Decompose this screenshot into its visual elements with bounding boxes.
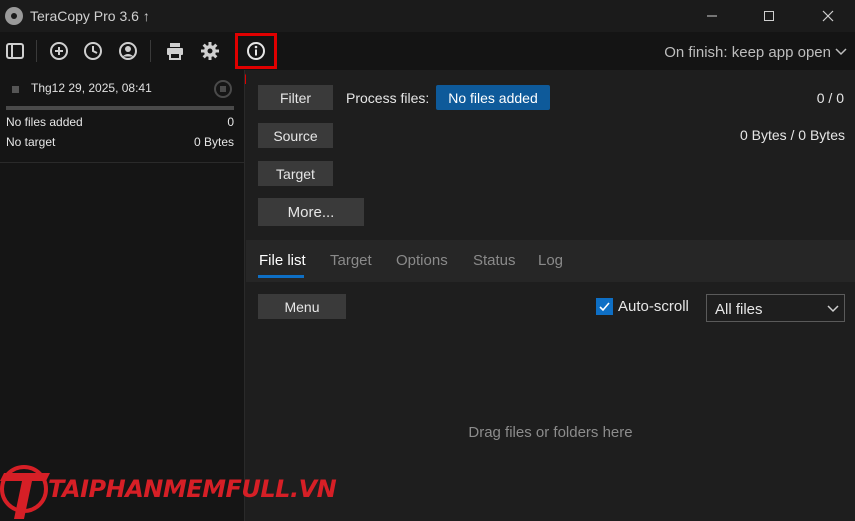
job-date: Thg12 29, 2025, 08:41 [31, 81, 152, 95]
title-bar: TeraCopy Pro 3.6 ↑ [0, 0, 855, 32]
account-button[interactable] [113, 36, 143, 66]
main-panel: Filter Process files: No files added 0 /… [246, 70, 855, 521]
tab-options[interactable]: Options [396, 252, 448, 269]
file-count: 0 / 0 [816, 90, 844, 106]
filter-button[interactable]: Filter [258, 85, 333, 110]
tab-status[interactable]: Status [473, 252, 516, 269]
auto-scroll-toggle[interactable]: Auto-scroll [596, 298, 689, 315]
close-icon [822, 10, 834, 22]
menu-button[interactable]: Menu [258, 294, 346, 319]
drop-zone-hint: Drag files or folders here [468, 424, 633, 441]
panel-toggle-icon [6, 43, 24, 59]
tabs-bar: File list Target Options Status Log [246, 240, 855, 282]
add-button[interactable] [44, 36, 74, 66]
minimize-button[interactable] [689, 0, 735, 32]
files-row: No files added 0 [6, 115, 234, 129]
auto-scroll-checkbox[interactable] [596, 298, 613, 315]
toolbar-separator [150, 40, 151, 62]
account-icon [119, 42, 137, 60]
job-item[interactable]: Thg12 29, 2025, 08:41 [0, 70, 245, 106]
target-row: No target 0 Bytes [6, 135, 234, 149]
source-button[interactable]: Source [258, 123, 333, 148]
active-tab-indicator [258, 275, 304, 278]
stop-icon[interactable] [214, 80, 232, 98]
print-button[interactable] [160, 36, 190, 66]
add-icon [50, 42, 68, 60]
window-title: TeraCopy Pro 3.6 ↑ [30, 8, 150, 24]
job-progress-bar [6, 106, 234, 110]
history-icon [84, 42, 102, 60]
maximize-button[interactable] [746, 0, 792, 32]
close-button[interactable] [805, 0, 851, 32]
maximize-icon [764, 11, 774, 21]
watermark-text: TAIPHANMEMFULL.VN [48, 475, 337, 503]
auto-scroll-label: Auto-scroll [618, 298, 689, 315]
settings-button[interactable] [195, 36, 225, 66]
history-button[interactable] [78, 36, 108, 66]
toolbar: On finish: keep app open [0, 32, 855, 70]
files-label: No files added [6, 115, 83, 129]
target-button[interactable]: Target [258, 161, 333, 186]
highlight-annotation [235, 33, 277, 69]
chevron-down-icon[interactable] [835, 46, 847, 56]
gear-icon [201, 42, 219, 60]
toolbar-separator [36, 40, 37, 62]
on-finish-dropdown[interactable]: On finish: keep app open [664, 44, 831, 61]
process-files-button[interactable]: No files added [436, 85, 550, 110]
tab-file-list[interactable]: File list [259, 252, 306, 269]
target-size: 0 Bytes [193, 135, 234, 149]
sidebar-divider [0, 162, 245, 163]
minimize-icon [707, 15, 717, 17]
bytes-progress: 0 Bytes / 0 Bytes [739, 127, 845, 143]
chevron-down-icon [827, 305, 839, 313]
tab-target[interactable]: Target [330, 252, 372, 269]
process-files-label: Process files: [346, 90, 430, 106]
checkmark-icon [599, 302, 610, 312]
files-count: 0 [227, 115, 234, 129]
panel-toggle-button[interactable] [0, 36, 30, 66]
watermark-logo: TAIPHANMEMFULL.VN [0, 445, 337, 521]
target-label: No target [6, 135, 56, 149]
file-filter-select[interactable]: All files [706, 294, 845, 322]
app-logo-icon [5, 7, 23, 25]
print-icon [167, 43, 183, 60]
job-status-icon [12, 86, 19, 93]
more-button[interactable]: More... [258, 198, 364, 226]
tab-log[interactable]: Log [538, 252, 563, 269]
file-filter-value: All files [715, 301, 763, 318]
